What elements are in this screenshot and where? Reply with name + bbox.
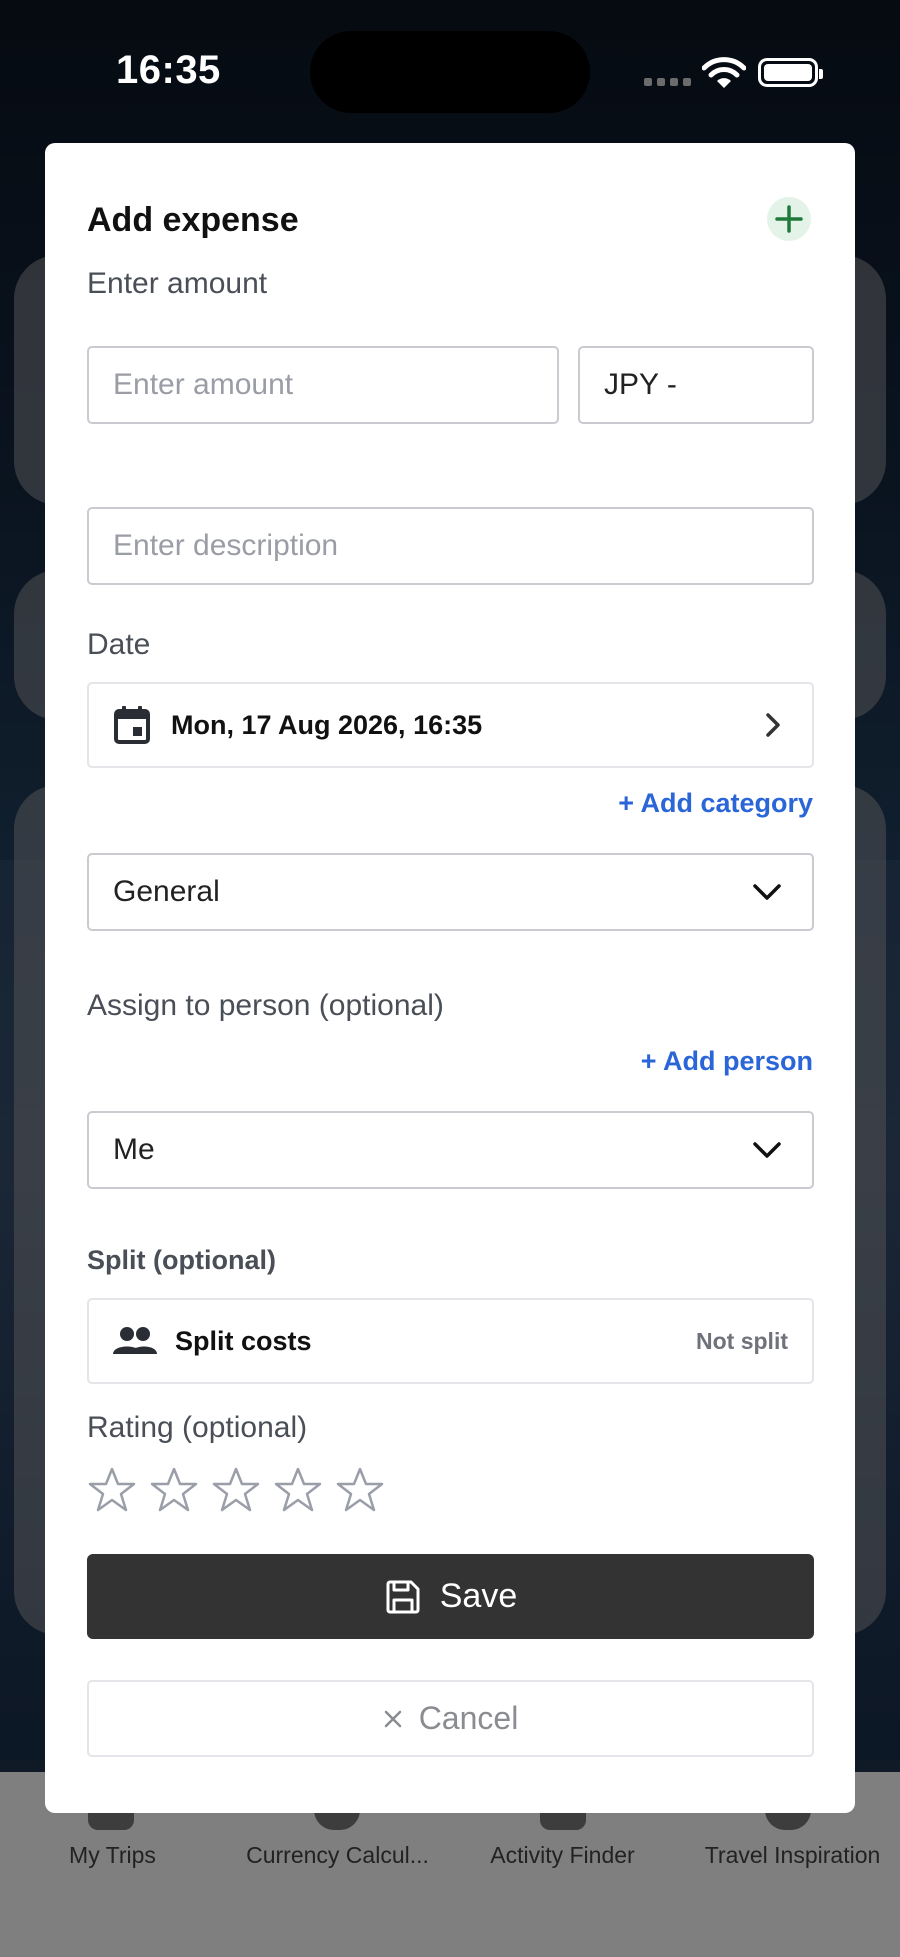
star-icon[interactable] (149, 1465, 199, 1515)
close-icon (384, 1710, 401, 1727)
person-select[interactable]: Me (87, 1111, 814, 1189)
chevron-down-icon (753, 884, 781, 900)
rating-label: Rating (optional) (87, 1411, 308, 1444)
tab-currency-calculator[interactable]: Currency Calcul... (230, 1842, 445, 1869)
star-icon[interactable] (273, 1465, 323, 1515)
add-expense-modal: Add expense Enter amount Enter amount JP… (45, 143, 855, 1813)
star-rating[interactable] (87, 1465, 385, 1515)
amount-placeholder: Enter amount (113, 368, 294, 401)
star-icon[interactable] (335, 1465, 385, 1515)
star-icon[interactable] (87, 1465, 137, 1515)
split-label: Split (optional) (87, 1245, 276, 1275)
add-category-link[interactable]: + Add category (618, 788, 813, 819)
chevron-right-icon (766, 713, 780, 737)
date-value: Mon, 17 Aug 2026, 16:35 (171, 709, 483, 740)
save-label: Save (439, 1577, 518, 1615)
star-icon[interactable] (211, 1465, 261, 1515)
split-costs-row[interactable]: Split costs Not split (87, 1298, 814, 1384)
assign-person-label: Assign to person (optional) (87, 989, 444, 1022)
category-value: General (113, 875, 220, 908)
currency-select[interactable]: JPY - (578, 346, 814, 424)
split-status: Not split (696, 1327, 788, 1354)
calendar-icon (114, 706, 150, 744)
description-placeholder: Enter description (113, 529, 339, 562)
description-input[interactable]: Enter description (87, 507, 814, 585)
save-button[interactable]: Save (87, 1554, 814, 1639)
cancel-label: Cancel (418, 1700, 519, 1736)
wifi-icon (702, 57, 746, 88)
person-value: Me (113, 1133, 155, 1166)
category-select[interactable]: General (87, 853, 814, 931)
status-time: 16:35 (116, 48, 221, 92)
plus-icon (775, 205, 803, 233)
cellular-signal-icon (644, 78, 691, 86)
add-button[interactable] (767, 197, 811, 241)
cancel-button[interactable]: Cancel (87, 1680, 814, 1757)
date-label: Date (87, 628, 151, 661)
amount-input[interactable]: Enter amount (87, 346, 559, 424)
modal-title: Add expense (87, 201, 299, 239)
save-icon (386, 1580, 420, 1613)
people-icon (113, 1327, 157, 1354)
amount-label: Enter amount (87, 267, 268, 300)
split-costs-title: Split costs (175, 1325, 312, 1356)
chevron-down-icon (753, 1142, 781, 1158)
currency-value: JPY - (604, 368, 677, 401)
add-person-link[interactable]: + Add person (641, 1046, 813, 1077)
tab-travel-inspiration[interactable]: Travel Inspiration (690, 1842, 895, 1869)
dynamic-island (310, 31, 590, 113)
battery-icon (758, 58, 823, 87)
date-picker[interactable]: Mon, 17 Aug 2026, 16:35 (87, 682, 814, 768)
tab-my-trips[interactable]: My Trips (30, 1842, 195, 1869)
tab-activity-finder[interactable]: Activity Finder (470, 1842, 655, 1869)
